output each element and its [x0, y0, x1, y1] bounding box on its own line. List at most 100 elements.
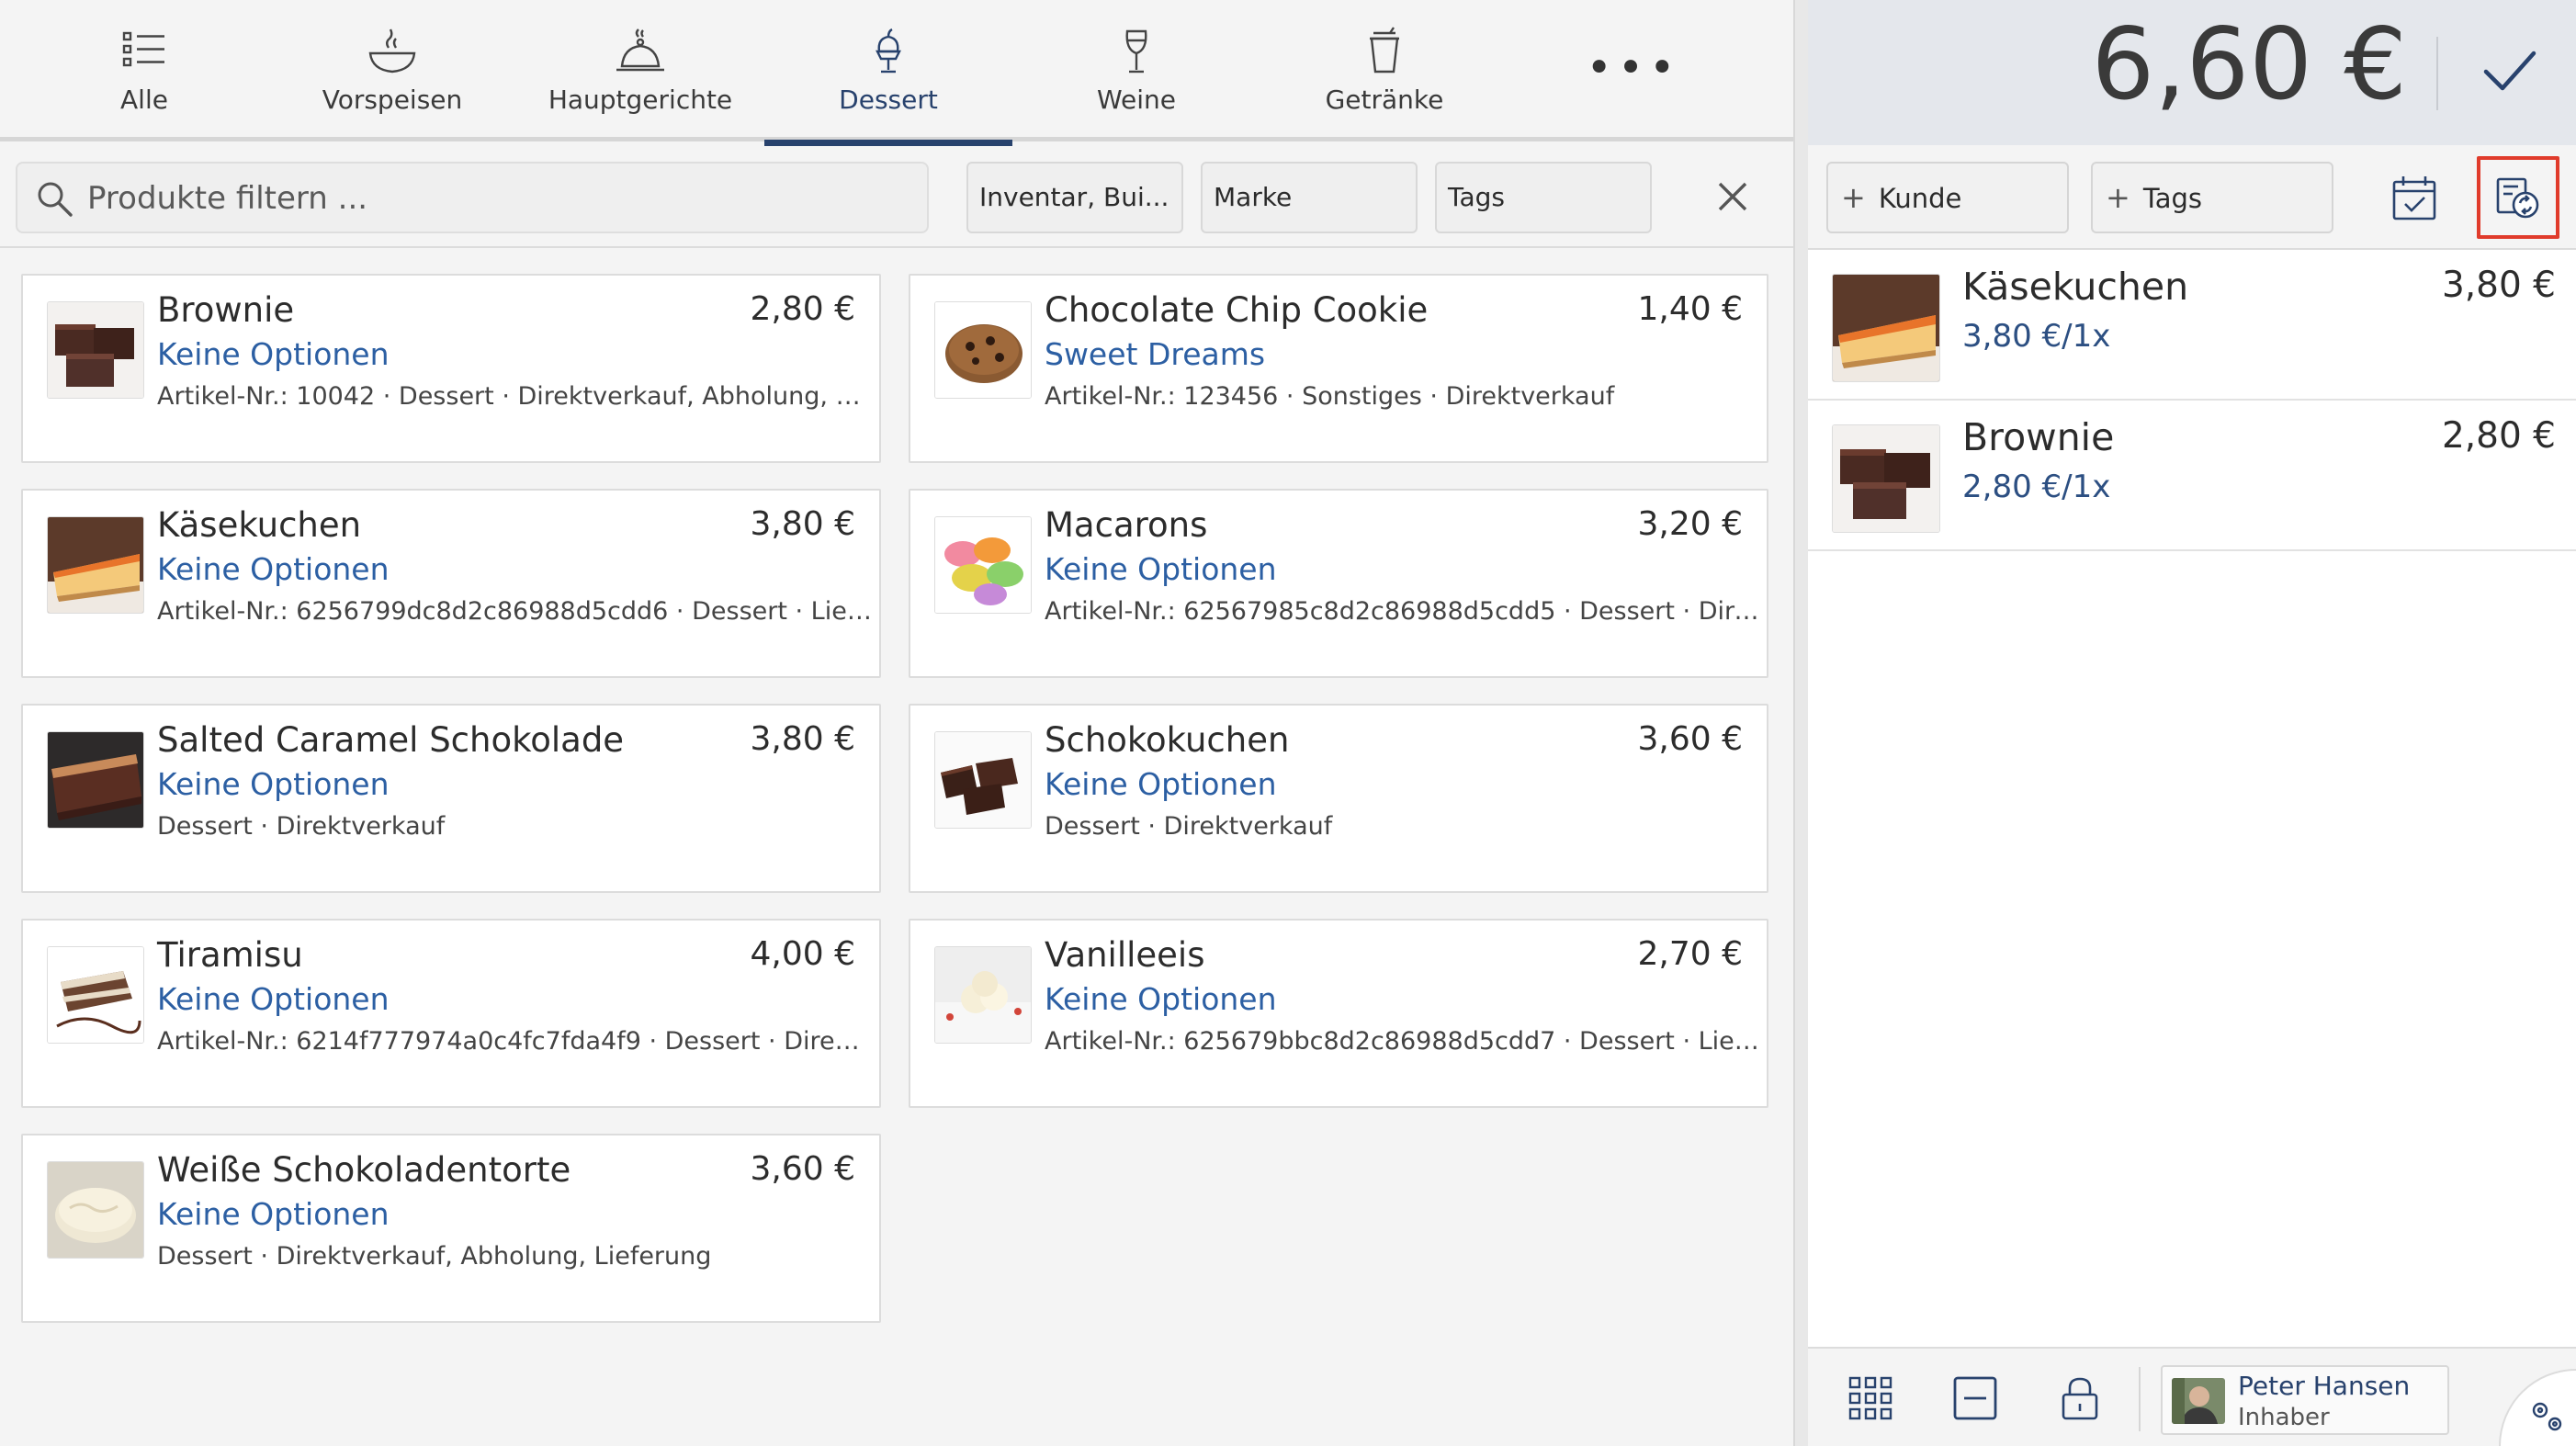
add-tags-label: Tags: [2142, 183, 2203, 214]
product-price: 3,60 €: [1637, 720, 1743, 758]
cart-item-amount: 2,80 €: [2441, 415, 2556, 457]
settings-corner-button[interactable]: [2499, 1369, 2576, 1446]
product-price: 3,80 €: [750, 720, 855, 758]
cart-item-unit-price: 2,80 €/1x: [1962, 469, 2111, 505]
product-card-vanilleeis[interactable]: Vanilleeis 2,70 € Keine Optionen Artikel…: [909, 919, 1768, 1108]
bowl-icon: [368, 28, 416, 73]
tab-label: Vorspeisen: [322, 85, 463, 115]
brownie-image: [1832, 424, 1940, 533]
product-price: 3,20 €: [1637, 505, 1743, 543]
product-meta: Dessert · Direktverkauf: [1045, 812, 1333, 841]
brownie-image: [47, 301, 144, 399]
product-name: Tiramisu: [157, 935, 303, 975]
cheesecake-image: [1832, 274, 1940, 382]
plus-icon: +: [2106, 180, 2130, 215]
tab-label: Hauptgerichte: [548, 85, 733, 115]
bottom-toolbar: Peter Hansen Inhaber: [1808, 1347, 2576, 1446]
search-input[interactable]: [87, 173, 896, 224]
separator: [2436, 37, 2438, 110]
filter-bar: Inventar, Bui... Marke Tags: [0, 147, 1793, 248]
product-price: 2,70 €: [1637, 935, 1743, 973]
product-options: Keine Optionen: [1045, 766, 1277, 802]
cart-item-brownie[interactable]: Brownie 2,80 €/1x 2,80 €: [1808, 402, 2576, 551]
product-card-macarons[interactable]: Macarons 3,20 € Keine Optionen Artikel-N…: [909, 489, 1768, 678]
product-meta: Artikel-Nr.: 123456 · Sonstiges · Direkt…: [1045, 382, 1615, 411]
clear-filter-icon[interactable]: [1711, 175, 1755, 219]
gears-icon: [2532, 1402, 2562, 1431]
cart-item-name: Käsekuchen: [1962, 265, 2189, 309]
product-options: Keine Optionen: [1045, 981, 1277, 1017]
product-card-salted-caramel-schokolade[interactable]: Salted Caramel Schokolade 3,80 € Keine O…: [21, 704, 881, 893]
cookie-image: [934, 301, 1032, 399]
tab-vorspeisen[interactable]: Vorspeisen: [268, 0, 516, 141]
total-bar: 6,60 €: [1808, 0, 2576, 145]
product-name: Schokokuchen: [1045, 720, 1290, 760]
product-options: Keine Optionen: [157, 981, 390, 1017]
split-payment-button[interactable]: [2477, 156, 2559, 239]
tab-weine[interactable]: Weine: [1012, 0, 1260, 141]
tiramisu-image: [47, 946, 144, 1044]
cart-actions: + Kunde + Tags: [1808, 145, 2576, 250]
ice-cream-icon: [876, 28, 901, 73]
product-card-schokokuchen[interactable]: Schokokuchen 3,60 € Keine Optionen Desse…: [909, 704, 1768, 893]
chocolate-cake-image: [934, 731, 1032, 829]
product-meta: Artikel-Nr.: 6214f777974a0c4fc7fda4f9 · …: [157, 1027, 874, 1056]
add-customer-button[interactable]: + Kunde: [1826, 162, 2069, 233]
product-meta: Dessert · Direktverkauf: [157, 812, 446, 841]
product-meta: Dessert · Direktverkauf, Abholung, Liefe…: [157, 1242, 712, 1271]
product-price: 2,80 €: [750, 290, 855, 328]
add-customer-label: Kunde: [1878, 183, 1962, 214]
inventory-filter-button[interactable]: Inventar, Bui...: [966, 162, 1183, 233]
product-price: 3,80 €: [750, 505, 855, 543]
add-tags-button[interactable]: + Tags: [2091, 162, 2333, 233]
product-meta: Artikel-Nr.: 6256799dc8d2c86988d5cdd6 · …: [157, 597, 874, 626]
tab-hauptgerichte[interactable]: Hauptgerichte: [516, 0, 764, 141]
cart-item-amount: 3,80 €: [2441, 265, 2556, 306]
cart-pane: 6,60 € + Kunde + Tags Käsekuchen 3,80 €/…: [1808, 0, 2576, 1446]
lock-icon[interactable]: [2056, 1374, 2104, 1422]
tab-alle[interactable]: Alle: [20, 0, 268, 141]
cheesecake-image: [47, 516, 144, 614]
tab-dessert[interactable]: Dessert: [764, 0, 1012, 146]
product-price: 3,60 €: [750, 1150, 855, 1188]
product-card-tiramisu[interactable]: Tiramisu 4,00 € Keine Optionen Artikel-N…: [21, 919, 881, 1108]
product-price: 1,40 €: [1637, 290, 1743, 328]
more-tabs-button[interactable]: •••: [1582, 40, 1685, 96]
product-name: Macarons: [1045, 505, 1208, 545]
macarons-image: [934, 516, 1032, 614]
cart-total: 6,60 €: [2091, 7, 2407, 122]
checkout-check-icon[interactable]: [2477, 39, 2541, 103]
product-meta: Artikel-Nr.: 625679bbc8d2c86988d5cdd7 · …: [1045, 1027, 1761, 1056]
product-name: Käsekuchen: [157, 505, 362, 545]
product-options: Sweet Dreams: [1045, 336, 1266, 372]
user-role: Inhaber: [2238, 1404, 2330, 1431]
search-box: [16, 162, 929, 233]
pane-divider: [1793, 0, 1808, 1446]
product-card-chocolate-chip-cookie[interactable]: Chocolate Chip Cookie 1,40 € Sweet Dream…: [909, 274, 1768, 463]
product-options: Keine Optionen: [157, 1196, 390, 1232]
tab-label: Alle: [120, 85, 168, 115]
receipt-exchange-icon: [2496, 177, 2539, 219]
white-chocolate-cake-image: [47, 1161, 144, 1259]
grid-icon[interactable]: [1847, 1374, 1894, 1422]
minus-box-icon[interactable]: [1951, 1374, 1999, 1422]
cart-item-kaesekuchen[interactable]: Käsekuchen 3,80 €/1x 3,80 €: [1808, 252, 2576, 401]
cart-item-name: Brownie: [1962, 415, 2115, 459]
product-card-kaesekuchen[interactable]: Käsekuchen 3,80 € Keine Optionen Artikel…: [21, 489, 881, 678]
tags-filter-button[interactable]: Tags: [1435, 162, 1652, 233]
tab-getraenke[interactable]: Getränke: [1260, 0, 1508, 141]
brand-filter-button[interactable]: Marke: [1201, 162, 1418, 233]
product-card-weisse-schokoladentorte[interactable]: Weiße Schokoladentorte 3,60 € Keine Opti…: [21, 1134, 881, 1323]
product-meta: Artikel-Nr.: 62567985c8d2c86988d5cdd5 · …: [1045, 597, 1761, 626]
product-options: Keine Optionen: [157, 336, 390, 372]
cup-icon: [1370, 27, 1399, 73]
product-card-brownie[interactable]: Brownie 2,80 € Keine Optionen Artikel-Nr…: [21, 274, 881, 463]
calendar-check-icon[interactable]: [2389, 173, 2440, 224]
product-name: Weiße Schokoladentorte: [157, 1150, 571, 1190]
user-profile-button[interactable]: Peter Hansen Inhaber: [2161, 1365, 2449, 1435]
product-price: 4,00 €: [750, 935, 855, 973]
tab-label: Weine: [1096, 85, 1177, 115]
product-name: Chocolate Chip Cookie: [1045, 290, 1429, 330]
cloche-icon: [616, 28, 664, 72]
tab-label: Dessert: [839, 85, 938, 115]
